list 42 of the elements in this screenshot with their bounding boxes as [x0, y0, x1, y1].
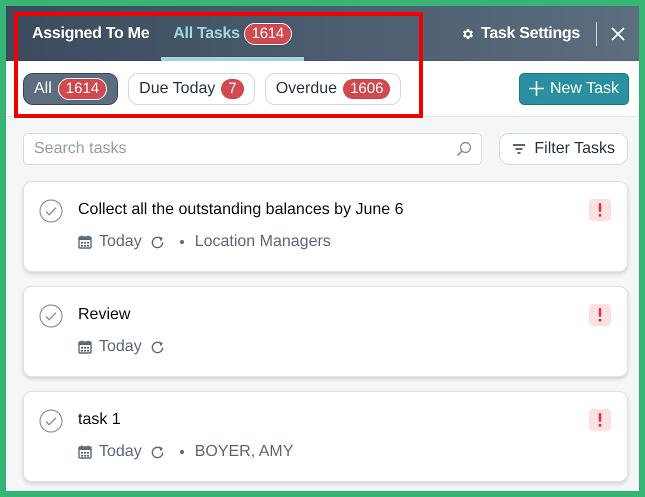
- count-badge: 7: [221, 78, 244, 98]
- search-icon: [456, 141, 472, 157]
- filter-tasks-button[interactable]: Filter Tasks: [499, 133, 628, 165]
- due-date: Today: [99, 443, 142, 461]
- task-card[interactable]: Collect all the outstanding balances by June 6 Today Location Managers: [23, 181, 628, 272]
- plus-icon: [528, 81, 544, 96]
- checkmark-icon: [39, 199, 63, 223]
- settings-icon: [461, 26, 476, 40]
- filter-chip[interactable]: Due Today 7: [128, 72, 255, 104]
- bullet-dot: [180, 240, 184, 244]
- assignee: BOYER, AMY: [194, 443, 294, 461]
- task-title: Review: [78, 305, 132, 325]
- count-badge: 1614: [244, 22, 292, 44]
- complete-toggle[interactable]: [39, 304, 63, 328]
- calendar-icon: [78, 445, 92, 459]
- checkmark-icon: [39, 409, 63, 433]
- checkmark-icon: [39, 304, 63, 328]
- count-badge: 1606: [343, 78, 390, 98]
- tab[interactable]: Assigned To Me: [20, 6, 162, 61]
- task-title: Collect all the outstanding balances by June 6: [78, 200, 405, 220]
- task-title: task 1: [78, 410, 122, 430]
- exclamation-icon: [598, 203, 602, 217]
- bullet-dot: [180, 450, 184, 454]
- filter-chip[interactable]: All 1614: [23, 72, 118, 104]
- complete-toggle[interactable]: [39, 199, 63, 223]
- assignee: Location Managers: [194, 233, 331, 251]
- calendar-icon: [78, 340, 92, 354]
- close-icon: [611, 26, 625, 40]
- count-badge: 1614: [58, 78, 108, 100]
- task-settings-button[interactable]: Task Settings: [453, 20, 588, 46]
- task-card[interactable]: Review Today: [23, 286, 628, 377]
- exclamation-icon: [598, 413, 602, 427]
- calendar-icon: [78, 235, 92, 249]
- task-card[interactable]: task 1 Today BOYER, AMY: [23, 391, 628, 482]
- complete-toggle[interactable]: [39, 409, 63, 433]
- new-task-button[interactable]: New Task: [518, 72, 629, 104]
- due-date: Today: [99, 338, 142, 356]
- filter-icon: [512, 143, 526, 155]
- search-field[interactable]: Search tasks: [23, 133, 482, 165]
- filter-chip[interactable]: Overdue 1606: [264, 72, 402, 104]
- due-date: Today: [99, 233, 142, 251]
- exclamation-icon: [598, 308, 602, 322]
